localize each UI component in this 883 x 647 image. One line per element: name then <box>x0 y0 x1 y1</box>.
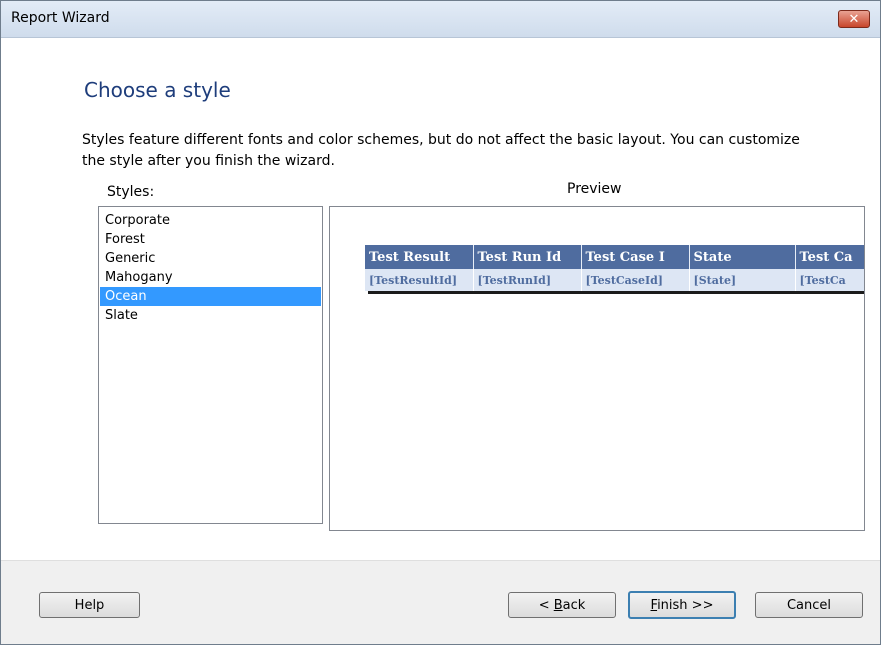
page-description: Styles feature different fonts and color… <box>82 132 800 169</box>
style-item-mahogany[interactable]: Mahogany <box>100 268 321 287</box>
style-item-corporate[interactable]: Corporate <box>100 211 321 230</box>
back-button-label: < Back <box>538 597 586 613</box>
preview-data-cell: [TestCaseId] <box>581 269 690 291</box>
preview-header-row: Test Result Test Run Id Test Case I Stat… <box>365 245 864 269</box>
style-item-generic[interactable]: Generic <box>100 249 321 268</box>
close-icon: ✕ <box>848 11 860 27</box>
back-button[interactable]: < Back <box>508 592 616 618</box>
button-bar: Help < Back Finish >> Cancel <box>1 560 880 644</box>
preview-header-cell: Test Result <box>365 245 474 269</box>
finish-button-label: Finish >> <box>650 597 714 613</box>
help-button-label: Help <box>74 597 105 613</box>
preview-header-cell: Test Case I <box>581 245 690 269</box>
window-title: Report Wizard <box>11 10 110 26</box>
style-item-forest[interactable]: Forest <box>100 230 321 249</box>
page-heading: Choose a style <box>84 78 231 102</box>
cancel-button[interactable]: Cancel <box>755 592 863 618</box>
styles-label: Styles: <box>107 184 155 200</box>
preview-header-cell: State <box>689 245 796 269</box>
preview-data-row: [TestResultId] [TestRunId] [TestCaseId] … <box>365 269 864 291</box>
preview-table: Test Result Test Run Id Test Case I Stat… <box>365 245 864 291</box>
title-bar[interactable]: Report Wizard ✕ <box>1 1 880 38</box>
wizard-content: Choose a style Styles feature different … <box>1 38 880 562</box>
finish-button[interactable]: Finish >> <box>628 591 736 619</box>
cancel-button-label: Cancel <box>786 597 832 613</box>
preview-data-cell: [TestCa <box>795 269 864 291</box>
close-button[interactable]: ✕ <box>838 10 870 28</box>
preview-label: Preview <box>567 181 622 197</box>
style-item-ocean[interactable]: Ocean <box>100 287 321 306</box>
help-button[interactable]: Help <box>39 592 140 618</box>
style-item-slate[interactable]: Slate <box>100 306 321 325</box>
preview-header-cell: Test Ca <box>795 245 864 269</box>
styles-listbox[interactable]: Corporate Forest Generic Mahogany Ocean … <box>98 206 323 524</box>
preview-data-cell: [TestRunId] <box>473 269 582 291</box>
preview-header-cell: Test Run Id <box>473 245 582 269</box>
style-preview-pane: Test Result Test Run Id Test Case I Stat… <box>329 206 865 531</box>
preview-data-cell: [State] <box>689 269 796 291</box>
preview-data-cell: [TestResultId] <box>365 269 474 291</box>
report-wizard-window: Report Wizard ✕ Choose a style Styles fe… <box>0 0 881 645</box>
